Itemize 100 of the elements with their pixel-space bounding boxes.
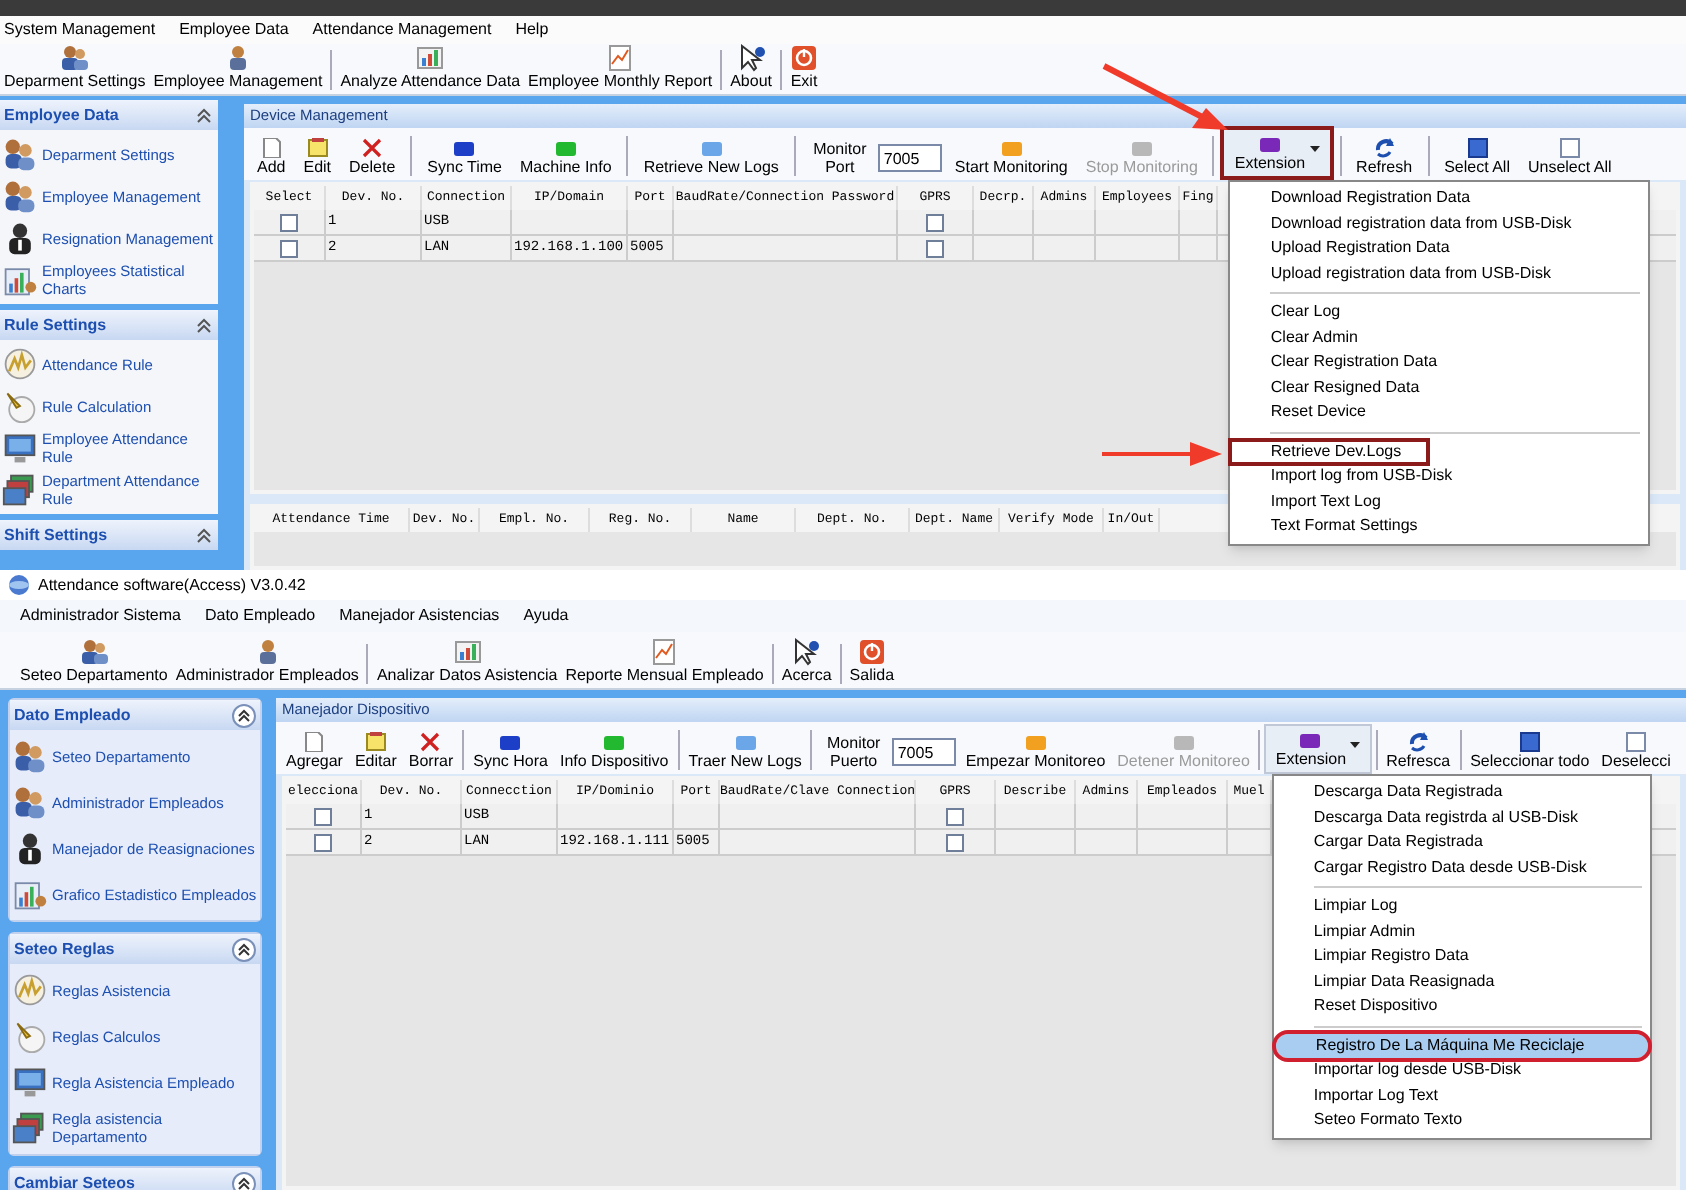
people-icon <box>2 178 38 214</box>
toolbar-button[interactable]: Administrador Empleados <box>171 638 363 688</box>
toolbar-button[interactable]: Start Monitoring <box>945 138 1077 180</box>
toolbar-button[interactable]: Traer New Logs <box>682 732 808 774</box>
menu-item[interactable]: Import log from USB-Disk <box>1230 464 1649 489</box>
toolbar-button[interactable]: Empezar Monitoreo <box>959 732 1112 774</box>
menu-item[interactable]: Limpiar Admin <box>1273 919 1650 944</box>
toolbar-button[interactable]: About <box>726 44 776 94</box>
menu-item[interactable]: System Management <box>4 22 156 38</box>
toolbar-button[interactable]: Info Dispositivo <box>553 732 675 774</box>
menu-item[interactable]: Administrador Sistema <box>20 608 181 624</box>
checkbox[interactable] <box>946 807 964 825</box>
toolbar-button[interactable]: Seteo Departamento <box>16 638 172 688</box>
menu-item[interactable]: Descarga Data registrda al USB-Disk <box>1273 805 1650 830</box>
pencil-icon <box>12 1018 48 1054</box>
square-icon <box>1131 138 1152 158</box>
checkbox[interactable] <box>926 213 944 231</box>
square-icon <box>1025 732 1046 752</box>
menu-item[interactable]: Download registration data from USB-Disk <box>1230 211 1649 236</box>
toolbar-button[interactable]: Salida <box>845 638 899 688</box>
toolbar-button[interactable]: Delete <box>340 138 405 180</box>
toolbar-button[interactable]: Sync Hora <box>467 732 554 774</box>
menu-item[interactable]: Ayuda <box>523 608 569 624</box>
toolbar-button[interactable]: Refresca <box>1380 732 1457 774</box>
checkbox[interactable] <box>280 213 298 231</box>
menu-item[interactable]: Seteo Formato Texto <box>1273 1108 1650 1133</box>
section-header[interactable]: Dato Empleado <box>10 700 260 730</box>
menu-item[interactable]: Manejador Asistencias <box>339 608 500 624</box>
toolbar-button[interactable]: Reporte Mensual Empleado <box>561 638 768 688</box>
menu-item[interactable]: Limpiar Log <box>1273 894 1650 919</box>
checkbox[interactable] <box>280 239 298 257</box>
toolbar-button[interactable]: Sync Time <box>418 138 511 180</box>
menu-item[interactable]: Employee Data <box>179 22 289 38</box>
menu-item[interactable]: Text Format Settings <box>1230 514 1649 539</box>
menu-item[interactable]: Download Registration Data <box>1230 186 1649 211</box>
checkbox[interactable] <box>946 833 964 851</box>
caret-icon <box>1309 146 1320 154</box>
section-header[interactable]: Shift Settings <box>0 520 218 550</box>
toolbar-button[interactable]: Unselect All <box>1518 138 1621 180</box>
toolbar-button[interactable]: Analizar Datos Asistencia <box>372 638 562 688</box>
section-header[interactable]: Rule Settings <box>0 310 218 340</box>
checkbox[interactable] <box>926 239 944 257</box>
refresh-icon <box>1408 732 1429 752</box>
toolbar-button[interactable]: Acerca <box>777 638 836 688</box>
collapse-icon <box>194 105 214 125</box>
toolbar-button[interactable]: Seleccionar todo <box>1464 732 1596 774</box>
square-icon <box>701 138 722 158</box>
menu-item[interactable]: Limpiar Data Reasignada <box>1273 969 1650 994</box>
people-icon <box>79 638 108 666</box>
checkbox[interactable] <box>314 833 332 851</box>
toolbar-button[interactable]: Borrar <box>402 732 460 774</box>
square-icon <box>1259 134 1280 154</box>
toolbar-button[interactable]: Machine Info <box>511 138 621 180</box>
section-header[interactable]: Employee Data <box>0 100 218 130</box>
toolbar-button[interactable]: Exit <box>786 44 822 94</box>
menu-item[interactable]: Reset Dispositivo <box>1273 994 1650 1019</box>
toolbar-button[interactable]: Employee Monthly Report <box>524 44 717 94</box>
menu-item[interactable]: Dato Empleado <box>204 608 316 624</box>
toolbar-button[interactable]: Employee Management <box>149 44 327 94</box>
toolbar-button[interactable]: Refresh <box>1347 138 1422 180</box>
menu-item[interactable]: Limpiar Registro Data <box>1273 944 1650 969</box>
chart-icon <box>453 638 482 666</box>
toolbar-button[interactable]: Deselecci <box>1595 732 1677 774</box>
menu-item[interactable]: Clear Resigned Data <box>1230 375 1649 400</box>
menu-item[interactable]: Import Text Log <box>1230 489 1649 514</box>
dropdown-button[interactable]: Extension <box>1263 724 1373 774</box>
menu-item[interactable]: Upload Registration Data <box>1230 236 1649 261</box>
toolbar-button[interactable]: Add <box>248 138 295 180</box>
arrow-icon <box>1100 62 1233 134</box>
monitor-icon <box>2 430 38 466</box>
app-logo-icon <box>8 574 30 596</box>
menu-item[interactable]: Retrieve Dev.Logs <box>1230 439 1429 464</box>
port-field[interactable]: 7005 <box>877 144 942 172</box>
menu-item[interactable]: Cargar Data Registrada <box>1273 830 1650 855</box>
dropdown-button[interactable]: Extension <box>1220 126 1334 180</box>
menu-item[interactable]: Attendance Management <box>312 22 492 38</box>
toolbar-button[interactable]: Edit <box>294 138 341 180</box>
toolbar-button[interactable]: Editar <box>348 732 403 774</box>
toolbar-button[interactable]: Agregar <box>280 732 349 774</box>
toolbar-button[interactable]: Retrieve New Logs <box>634 138 788 180</box>
menu-item[interactable]: Clear Log <box>1230 300 1649 325</box>
section-header[interactable]: Seteo Reglas <box>10 934 260 964</box>
toolbar-button[interactable]: Select All <box>1435 138 1519 180</box>
toolbar-button[interactable]: Analyze Attendance Data <box>336 44 525 94</box>
port-field[interactable]: 7005 <box>891 738 956 766</box>
menu-item[interactable]: Clear Admin <box>1230 325 1649 350</box>
monitor-icon <box>12 1064 48 1100</box>
checkbox[interactable] <box>314 807 332 825</box>
menu-item[interactable]: Reset Device <box>1230 400 1649 425</box>
menu-item[interactable]: Registro De La Máquina Me Reciclaje <box>1275 1033 1648 1058</box>
menu-item[interactable]: Cargar Registro Data desde USB-Disk <box>1273 855 1650 880</box>
menu-item[interactable]: Importar log desde USB-Disk <box>1273 1058 1650 1083</box>
refresh-icon <box>1374 138 1395 158</box>
menu-item[interactable]: Importar Log Text <box>1273 1083 1650 1108</box>
toolbar-button[interactable]: Deparment Settings <box>0 44 150 94</box>
menu-item[interactable]: Help <box>515 22 549 38</box>
menu-item[interactable]: Descarga Data Registrada <box>1273 780 1650 805</box>
menu-item[interactable]: Upload registration data from USB-Disk <box>1230 261 1649 286</box>
section-header[interactable]: Cambiar Seteos <box>10 1168 260 1190</box>
menu-item[interactable]: Clear Registration Data <box>1230 350 1649 375</box>
